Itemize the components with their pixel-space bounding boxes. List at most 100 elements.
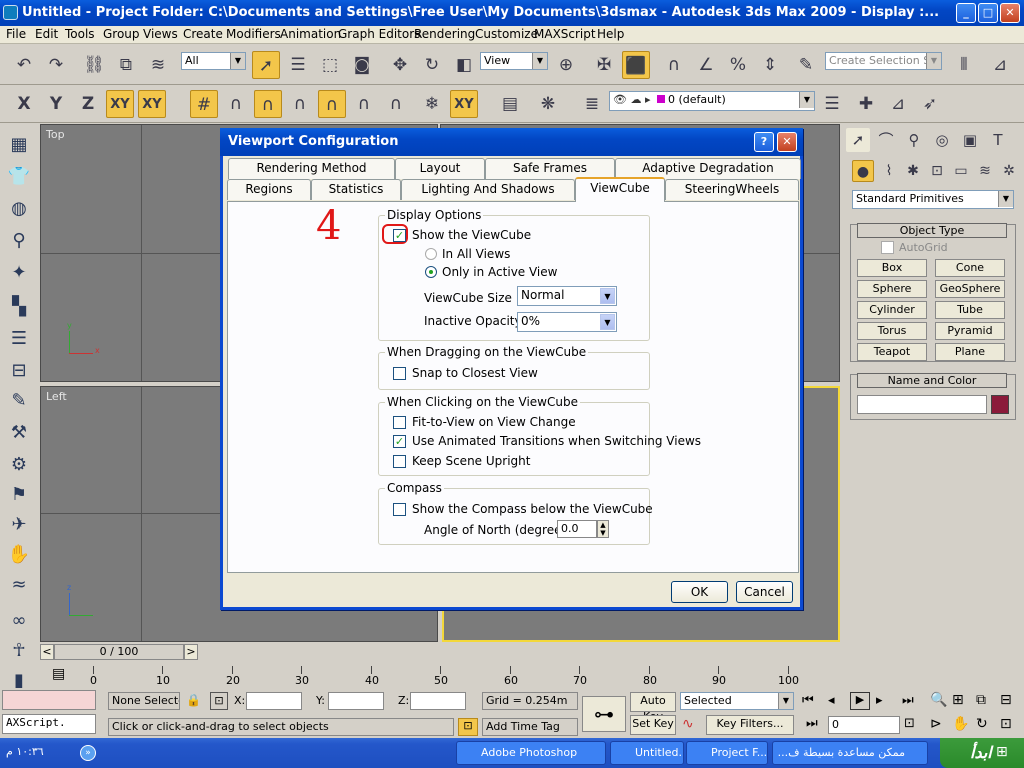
new-layer-icon[interactable]: ✚ [852,90,880,118]
key-filters-button[interactable]: Key Filters... [706,715,794,735]
maxscript-listener[interactable]: AXScript. [2,714,96,734]
time-config-icon[interactable]: ⊡ [904,716,915,731]
dialog-close-button[interactable]: ✕ [777,132,797,152]
menu-edit[interactable]: Edit [35,27,58,41]
pyramid-button[interactable]: Pyramid [935,322,1005,340]
hierarchy-tab-icon[interactable]: ⚲ [902,128,926,152]
only-active-view-radio[interactable] [425,266,437,278]
snap-midpoint-icon[interactable]: ∩ [350,90,378,118]
keyboard-shortcut-override-icon[interactable]: ⬛ [622,51,650,79]
current-frame-field[interactable]: 0 [828,716,900,734]
rectangular-selection-icon[interactable]: ⬚ [316,51,344,79]
percent-snap-icon[interactable]: % [724,51,752,79]
field-of-view-icon[interactable]: ⊳ [930,716,942,732]
display-tab-icon[interactable]: ▣ [958,128,982,152]
zoom-all-icon[interactable]: ⊞ [952,692,964,708]
show-compass-checkbox[interactable] [393,503,406,516]
current-layer-dropdown[interactable]: 👁 ☁ ▸ 0 (default) ▼ [609,91,815,111]
layers-icon[interactable]: ≣ [578,90,606,118]
snap-axis-constraint-icon[interactable]: XY [450,90,478,118]
show-viewcube-checkbox[interactable]: ✓ [393,229,406,242]
window-crossing-icon[interactable]: ◙ [348,51,376,79]
object-color-swatch[interactable] [991,395,1009,414]
cylinder-button[interactable]: Cylinder [857,301,927,319]
animated-transitions-checkbox[interactable]: ✓ [393,435,406,448]
edit-named-selection-icon[interactable]: ✎ [792,51,820,79]
lights-icon[interactable]: ✱ [902,160,924,182]
name-and-color-rollout-header[interactable]: Name and Color [857,373,1007,388]
snap-grid-points-icon[interactable]: # [190,90,218,118]
sphere-button[interactable]: Sphere [857,280,927,298]
select-and-link-icon[interactable]: ⛓ [80,51,108,79]
snap-vertex-icon[interactable]: ∩ [254,90,282,118]
curve-editor-icon[interactable]: ▤ [52,666,72,686]
time-tag-icon[interactable]: ⊡ [458,718,478,736]
pivot-center-icon[interactable]: ⊕ [552,51,580,79]
absolute-mode-icon[interactable]: ⊡ [210,692,228,710]
menu-modifiers[interactable]: Modifiers [226,27,281,41]
auto-key-button[interactable]: Auto Key [630,692,676,723]
manipulate-icon[interactable]: ✠ [590,51,618,79]
menu-file[interactable]: File [6,27,26,41]
object-type-rollout-header[interactable]: Object Type [857,223,1007,238]
object-name-field[interactable] [857,395,987,414]
go-to-start-icon[interactable]: ⏮ [802,693,814,708]
rope-icon[interactable]: ∞ [6,610,32,636]
cone-button[interactable]: Cone [935,259,1005,277]
previous-key-icon[interactable]: ◂ [828,693,835,708]
add-time-tag-button[interactable]: Add Time Tag [482,718,578,736]
shapes-icon[interactable]: ⌇ [878,160,900,182]
restrict-y-button[interactable]: Y [42,90,70,118]
menu-graph-editors[interactable]: Graph Editors [338,27,420,41]
layer-manager-icon[interactable]: ▤ [496,90,524,118]
select-object-icon[interactable]: ➚ [252,51,280,79]
add-to-layer-icon[interactable]: ☰ [818,90,846,118]
minimize-button[interactable]: _ [956,3,976,23]
named-selection-sets-dropdown[interactable]: Create Selection Set ▼ [825,52,942,70]
snap-edge-icon[interactable]: ∩ [318,90,346,118]
menu-tools[interactable]: Tools [65,27,95,41]
gear-icon[interactable]: ⚙ [6,454,32,480]
snaps-toggle-icon[interactable]: ∩ [660,51,688,79]
zoom-icon[interactable]: 🔍 [930,692,947,708]
dialog-help-button[interactable]: ? [754,132,774,152]
plane-icon[interactable]: ✈ [6,514,32,540]
play-icon[interactable]: ▶ [850,692,870,710]
tray-expand-icon[interactable]: » [80,745,96,761]
scale-icon[interactable]: ◧ [450,51,478,79]
helpers-icon[interactable]: ▭ [950,160,972,182]
pan-icon[interactable]: ✋ [952,716,969,732]
snap-pivot-icon[interactable]: ∩ [222,90,250,118]
frame-slider[interactable]: 0 / 100 [54,644,184,660]
stand-icon[interactable]: ⚑ [6,484,32,510]
tube-button[interactable]: Tube [935,301,1005,319]
restrict-plane-cycle-button[interactable]: XY [138,90,166,118]
go-to-end-icon[interactable]: ⏭ [902,693,914,708]
gripper-icon[interactable]: ✋ [6,544,32,570]
menu-group[interactable]: Group [103,27,140,41]
zoom-extents-all-icon[interactable]: ⊟ [1000,692,1012,708]
select-in-layer-icon[interactable]: ⊿ [884,90,912,118]
set-key-button[interactable]: Set Key [630,715,676,735]
tab-lighting-and-shadows[interactable]: Lighting And Shadows [401,179,575,200]
angle-of-north-field[interactable]: 0.0 [557,520,597,538]
tab-statistics[interactable]: Statistics [311,179,401,200]
x-coord-field[interactable] [246,692,302,710]
snap-endpoint-icon[interactable]: ∩ [286,90,314,118]
ok-button[interactable]: OK [671,581,728,603]
unlink-icon[interactable]: ⧉ [112,51,140,79]
tab-regions[interactable]: Regions [227,179,311,200]
reference-coordinate-dropdown[interactable]: View ▼ [480,52,548,70]
spring-icon[interactable]: ☰ [6,328,32,354]
menu-views[interactable]: Views [143,27,178,41]
menu-help[interactable]: Help [597,27,624,41]
box-icon[interactable]: ▦ [6,134,32,160]
next-frame-button[interactable]: > [184,644,198,660]
key-mode-toggle-icon[interactable]: ⏭ [806,716,818,731]
orbit-icon[interactable]: ↻ [976,716,988,732]
next-key-icon[interactable]: ▸ [876,693,883,708]
z-coord-field[interactable] [410,692,466,710]
menu-maxscript[interactable]: MAXScript [534,27,596,41]
undo-icon[interactable]: ↶ [10,51,38,79]
select-by-name-icon[interactable]: ☰ [284,51,312,79]
